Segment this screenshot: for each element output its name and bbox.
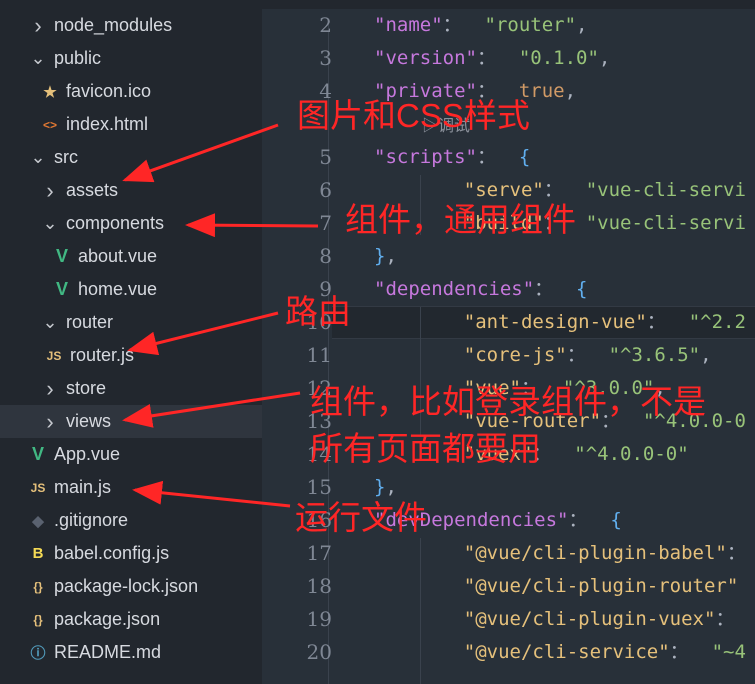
arrow-router <box>127 311 279 356</box>
arrow-main <box>132 480 291 508</box>
annotation-arrows <box>122 123 319 508</box>
arrow-assets <box>122 123 279 183</box>
arrow-views <box>122 391 301 428</box>
arrow-components <box>185 213 319 238</box>
